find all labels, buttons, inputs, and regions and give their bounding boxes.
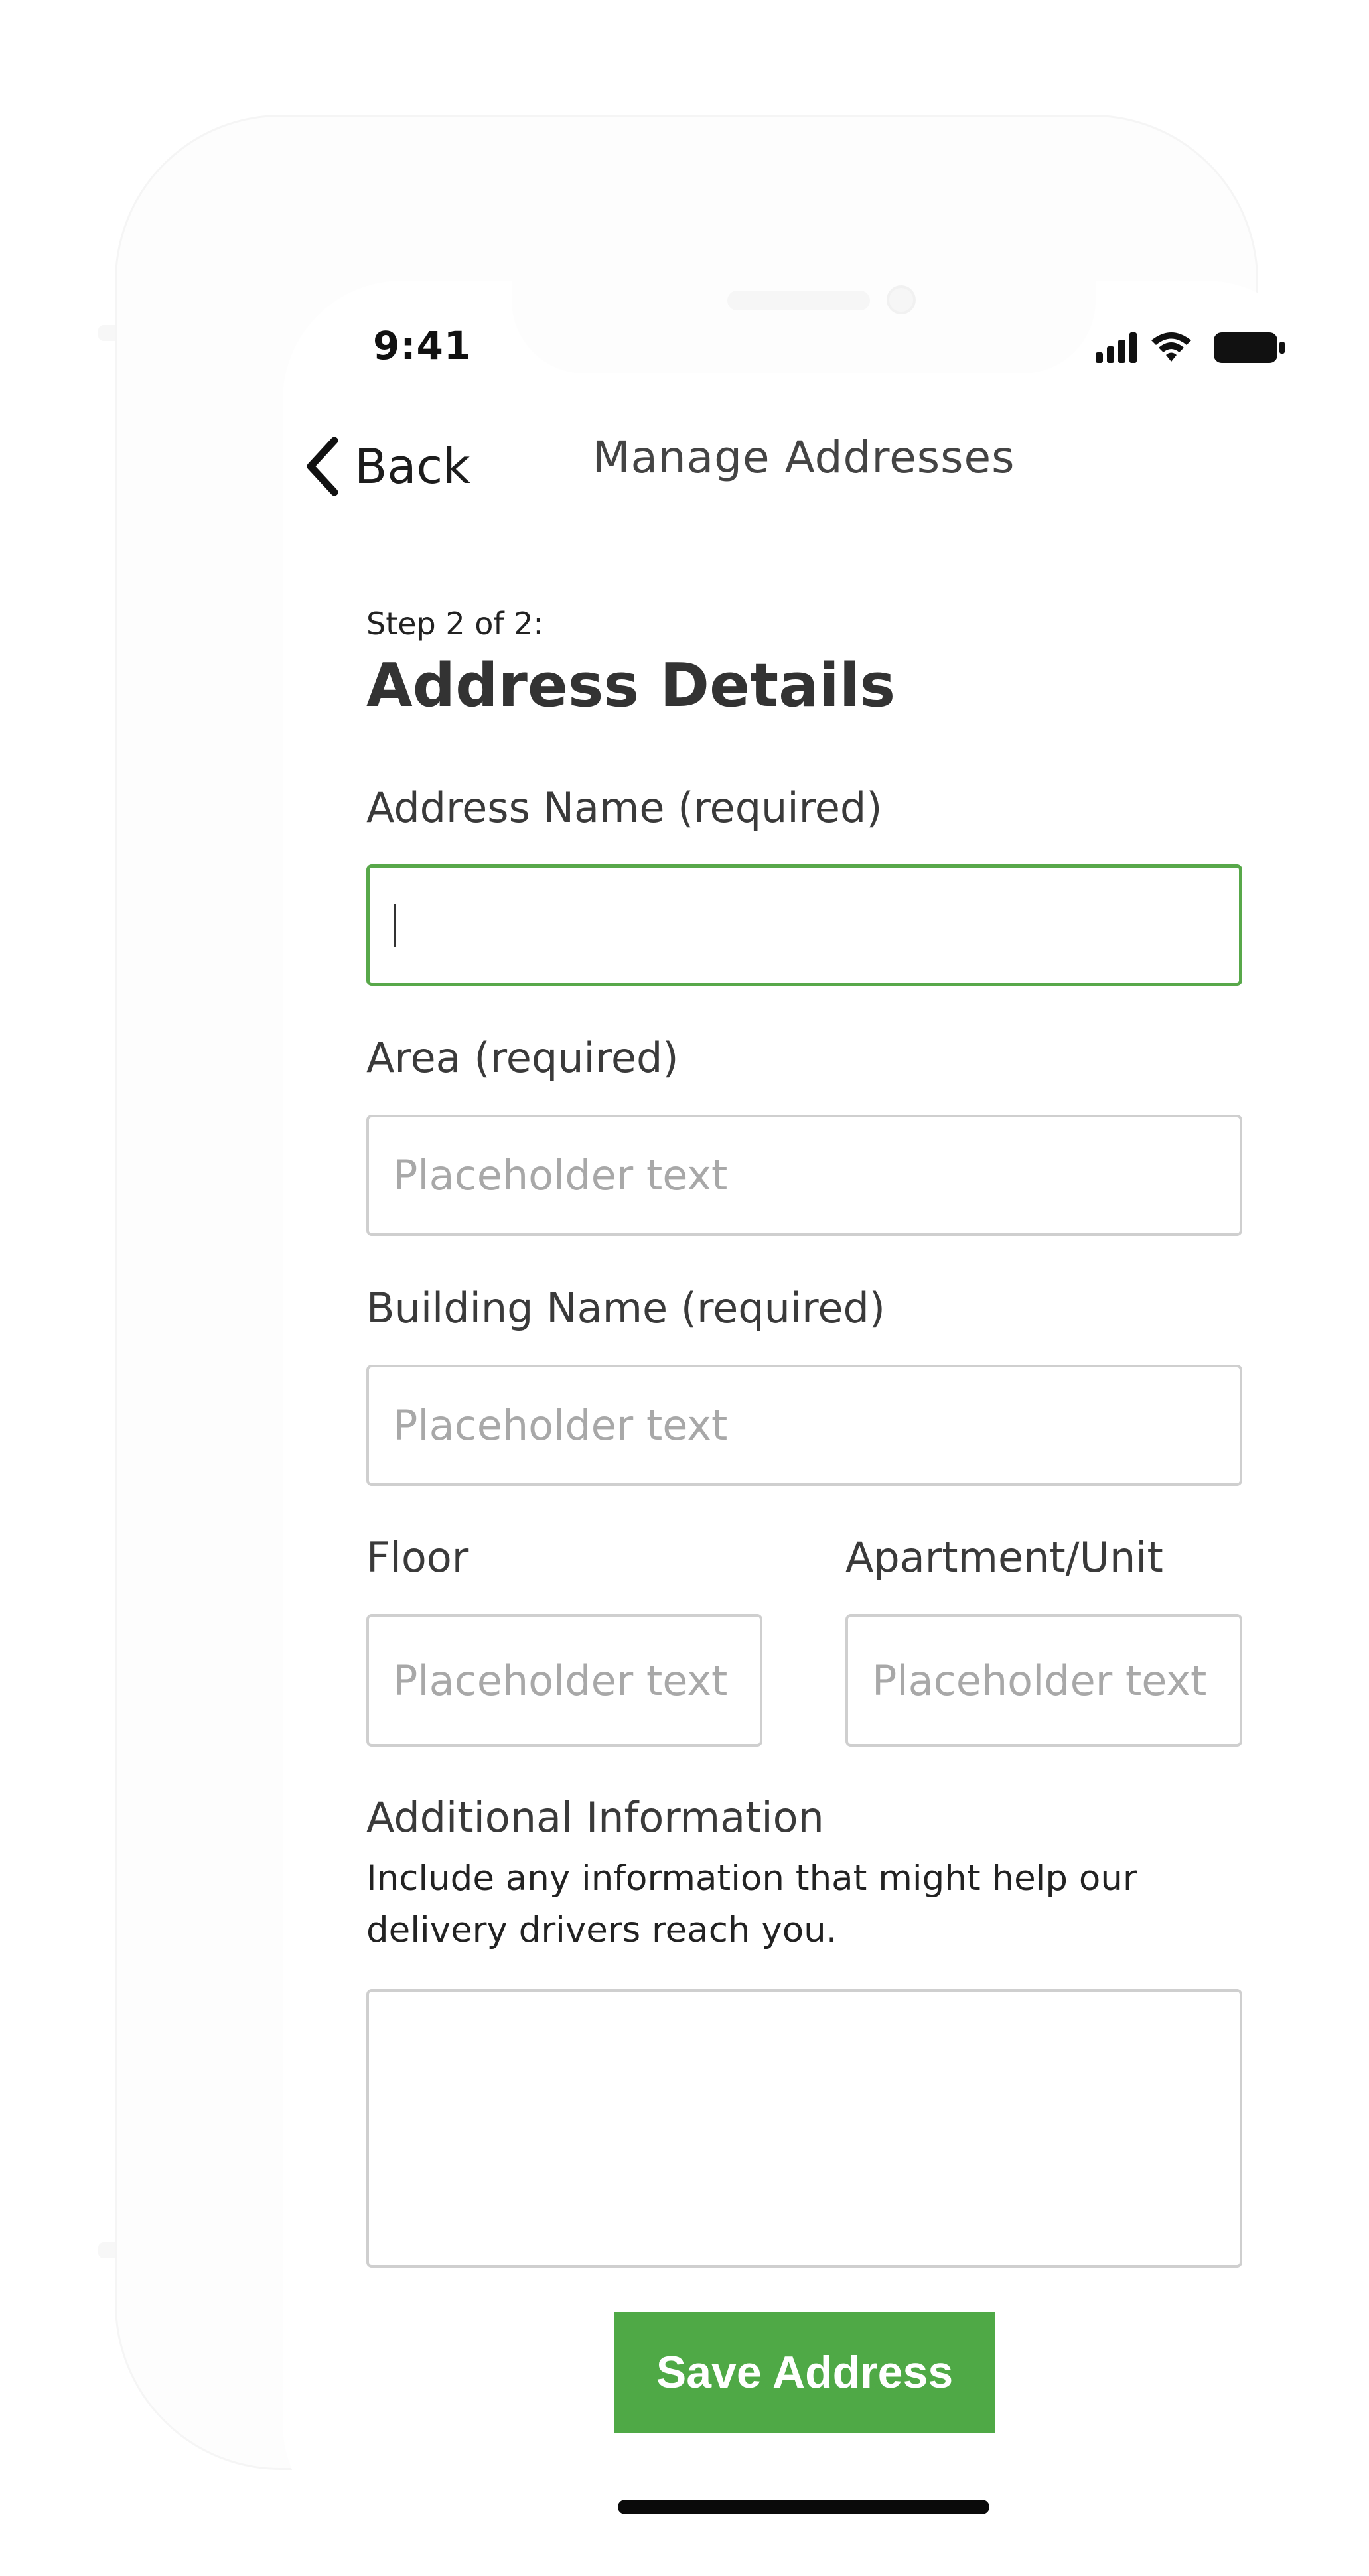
signal-icon <box>1096 332 1137 363</box>
speaker-grille <box>727 291 870 310</box>
building-name-label: Building Name (required) <box>366 1284 885 1332</box>
phone-notch <box>512 281 1096 373</box>
area-label: Area (required) <box>366 1034 679 1082</box>
phone-frame: 9:41 Back Manage Addresses Step 2 of 2: … <box>115 115 1325 2543</box>
apartment-input[interactable] <box>845 1614 1242 1747</box>
additional-info-label: Additional Information <box>366 1793 824 1842</box>
area-input[interactable] <box>366 1115 1242 1236</box>
battery-icon <box>1214 332 1285 363</box>
building-name-input[interactable] <box>366 1365 1242 1486</box>
phone-screen: 9:41 Back Manage Addresses Step 2 of 2: … <box>283 281 1325 2543</box>
text-caret <box>394 904 396 947</box>
wifi-icon <box>1151 332 1191 362</box>
address-name-input[interactable] <box>366 864 1242 986</box>
page-title: Manage Addresses <box>592 432 1015 483</box>
apartment-label: Apartment/Unit <box>845 1533 1163 1582</box>
status-time: 9:41 <box>373 323 472 368</box>
status-icons <box>1096 332 1285 363</box>
home-indicator <box>618 2500 989 2514</box>
save-address-button[interactable]: Save Address <box>614 2312 995 2433</box>
floor-label: Floor <box>366 1533 469 1582</box>
additional-info-textarea[interactable] <box>366 1989 1242 2268</box>
additional-info-helper: Include any information that might help … <box>366 1858 1137 1950</box>
address-name-label: Address Name (required) <box>366 783 883 832</box>
step-indicator: Step 2 of 2: <box>366 606 543 642</box>
floor-input[interactable] <box>366 1614 762 1747</box>
form-heading: Address Details <box>366 651 896 720</box>
front-camera <box>887 285 916 314</box>
